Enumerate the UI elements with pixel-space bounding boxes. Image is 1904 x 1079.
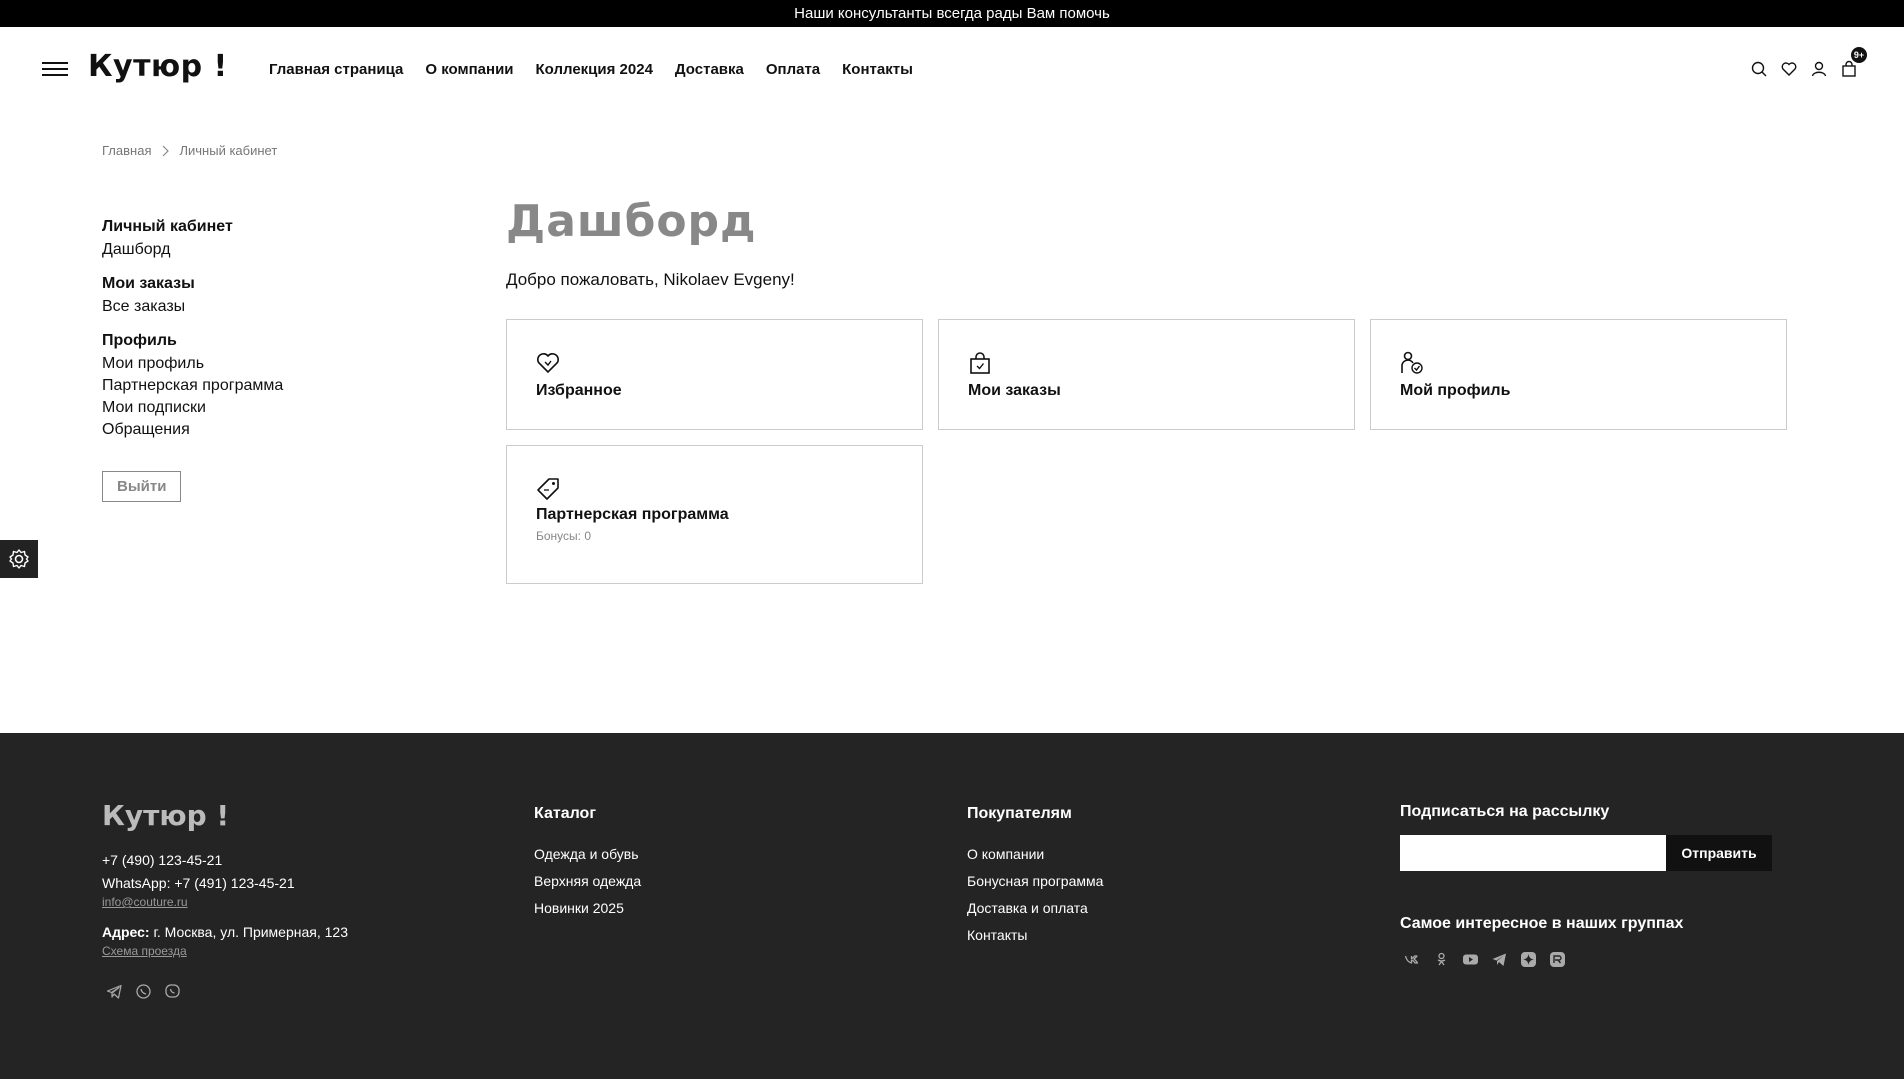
whatsapp-icon[interactable] — [135, 983, 152, 1000]
social-groups-title: Самое интересное в наших группах — [1400, 915, 1684, 932]
footer-catalog-title: Каталог — [534, 805, 596, 822]
subscribe-button[interactable]: Отправить — [1666, 835, 1772, 871]
cart-count-badge: 9+ — [1851, 47, 1867, 63]
header-icons: 9+ — [1750, 47, 1867, 78]
sidebar-group-title: Мои заказы — [102, 275, 195, 292]
footer-messengers — [106, 983, 181, 1000]
user-icon[interactable] — [1810, 60, 1828, 78]
footer-link[interactable]: Бонусная программа — [967, 868, 1103, 895]
sidebar-item-profile[interactable]: Мои профиль — [102, 353, 402, 375]
telegram-icon[interactable] — [106, 983, 123, 1000]
main-nav: Главная страница О компании Коллекция 20… — [269, 61, 913, 78]
footer-whatsapp[interactable]: WhatsApp: +7 (491) 123-45-21 — [102, 872, 348, 895]
footer-link[interactable]: Одежда и обувь — [534, 841, 641, 868]
sidebar-item-requests[interactable]: Обращения — [102, 419, 402, 441]
subscribe-email-input[interactable] — [1400, 835, 1666, 871]
subscribe-title: Подписаться на рассылку — [1400, 803, 1610, 820]
sidebar-group-profile: Профиль Мои профиль Партнерская программ… — [102, 332, 402, 441]
footer-catalog: Каталог Одежда и обувь Верхняя одежда Но… — [534, 805, 641, 922]
telegram-icon[interactable] — [1491, 951, 1508, 968]
footer-link[interactable]: Контакты — [967, 922, 1103, 949]
nav-contacts[interactable]: Контакты — [842, 61, 913, 78]
rutube-icon[interactable] — [1549, 951, 1566, 968]
footer-link[interactable]: Доставка и оплата — [967, 895, 1103, 922]
breadcrumb: Главная Личный кабинет — [102, 143, 277, 158]
bonus-balance: Бонусы: 0 — [536, 529, 592, 543]
breadcrumb-home[interactable]: Главная — [102, 143, 151, 158]
sidebar-item-dashboard[interactable]: Дашборд — [102, 239, 402, 261]
dashboard-main: Дашборд — [506, 196, 757, 247]
address-label: Адрес: — [102, 924, 150, 940]
menu-icon[interactable] — [42, 62, 68, 76]
footer-contacts: +7 (490) 123-45-21 WhatsApp: +7 (491) 12… — [102, 849, 348, 958]
heart-icon — [535, 350, 561, 376]
odnoklassniki-icon[interactable] — [1433, 951, 1450, 968]
cart-icon[interactable]: 9+ — [1840, 47, 1867, 78]
heart-icon[interactable] — [1780, 60, 1798, 78]
logout-button[interactable]: Выйти — [102, 471, 182, 502]
welcome-text: Добро пожаловать, Nikolaev Evgeny! — [506, 270, 795, 289]
breadcrumb-current: Личный кабинет — [179, 143, 278, 158]
card-partner-program[interactable]: Партнерская программа Бонусы: 0 — [506, 445, 923, 584]
page-title: Дашборд — [506, 196, 757, 247]
nav-home[interactable]: Главная страница — [269, 61, 403, 78]
vk-icon[interactable] — [1404, 951, 1421, 968]
gear-icon[interactable] — [0, 540, 38, 578]
address-text: г. Москва, ул. Примерная, 123 — [149, 924, 348, 940]
footer-phone[interactable]: +7 (490) 123-45-21 — [102, 849, 348, 872]
footer-customers-title: Покупателям — [967, 805, 1072, 822]
footer-customers: Покупателям О компании Бонусная программ… — [967, 805, 1103, 949]
footer-link[interactable]: Верхняя одежда — [534, 868, 641, 895]
sidebar-item-all-orders[interactable]: Все заказы — [102, 296, 402, 318]
footer-link[interactable]: О компании — [967, 841, 1103, 868]
sidebar-item-subscriptions[interactable]: Мои подписки — [102, 397, 402, 419]
search-icon[interactable] — [1750, 60, 1768, 78]
site-footer: Кутюр ! +7 (490) 123-45-21 WhatsApp: +7 … — [0, 733, 1904, 1079]
account-sidebar: Личный кабинет Дашборд Мои заказы Все за… — [102, 218, 402, 502]
viber-icon[interactable] — [164, 983, 181, 1000]
footer-logo[interactable]: Кутюр ! — [102, 799, 229, 832]
footer-link[interactable]: Новинки 2025 — [534, 895, 641, 922]
nav-collection[interactable]: Коллекция 2024 — [536, 61, 653, 78]
card-title: Партнерская программа — [536, 506, 729, 523]
footer-address: Адрес: г. Москва, ул. Примерная, 123 — [102, 921, 348, 944]
card-orders[interactable]: Мои заказы — [938, 319, 1355, 430]
sidebar-group-account: Личный кабинет Дашборд — [102, 218, 402, 261]
social-groups — [1404, 951, 1566, 968]
price-tag-icon — [535, 476, 561, 502]
card-profile[interactable]: Мой профиль — [1370, 319, 1787, 430]
top-announcement-bar: Наши консультанты всегда рады Вам помочь — [0, 0, 1904, 27]
sidebar-group-title: Личный кабинет — [102, 218, 233, 235]
shopping-bag-icon — [967, 350, 993, 376]
nav-delivery[interactable]: Доставка — [675, 61, 744, 78]
footer-email[interactable]: info@couture.ru — [102, 895, 348, 909]
chevron-right-icon — [161, 145, 170, 157]
announcement-text: Наши консультанты всегда рады Вам помочь — [794, 5, 1110, 22]
sidebar-item-partner[interactable]: Партнерская программа — [102, 375, 402, 397]
card-title: Избранное — [536, 382, 622, 399]
user-check-icon — [1399, 350, 1425, 376]
site-logo[interactable]: Кутюр ! — [88, 49, 228, 84]
nav-payment[interactable]: Оплата — [766, 61, 820, 78]
map-link[interactable]: Схема проезда — [102, 944, 348, 958]
card-title: Мой профиль — [1400, 382, 1511, 399]
card-title: Мои заказы — [968, 382, 1061, 399]
sidebar-group-orders: Мои заказы Все заказы — [102, 275, 402, 318]
nav-about[interactable]: О компании — [425, 61, 513, 78]
site-header: Кутюр ! Главная страница О компании Колл… — [0, 27, 1904, 112]
sidebar-group-title: Профиль — [102, 332, 177, 349]
dzen-icon[interactable] — [1520, 951, 1537, 968]
card-favorites[interactable]: Избранное — [506, 319, 923, 430]
youtube-icon[interactable] — [1462, 951, 1479, 968]
